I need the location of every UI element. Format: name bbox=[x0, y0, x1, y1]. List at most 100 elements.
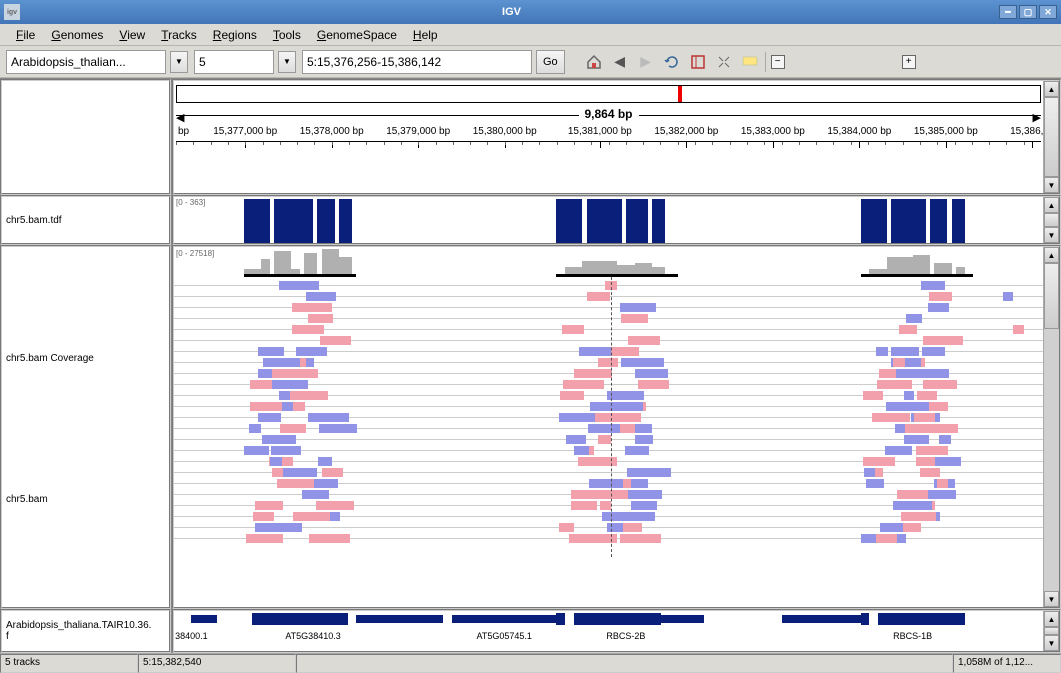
gene-feature[interactable] bbox=[782, 615, 860, 623]
alignment-read[interactable] bbox=[903, 523, 921, 532]
alignment-read[interactable] bbox=[917, 391, 937, 400]
maximize-button[interactable]: ▢ bbox=[1019, 5, 1037, 19]
alignment-read[interactable] bbox=[623, 523, 643, 532]
alignment-read[interactable] bbox=[905, 424, 935, 433]
alignment-read[interactable] bbox=[321, 413, 350, 422]
gene-feature[interactable] bbox=[191, 615, 217, 623]
alignment-read[interactable] bbox=[923, 336, 963, 345]
alignment-read[interactable] bbox=[625, 512, 648, 521]
alignment-read[interactable] bbox=[255, 501, 283, 510]
gene-feature[interactable] bbox=[574, 613, 600, 625]
alignment-read[interactable] bbox=[279, 281, 319, 290]
alignment-read[interactable] bbox=[560, 391, 584, 400]
alignment-read[interactable] bbox=[588, 424, 620, 433]
location-input[interactable] bbox=[302, 50, 532, 74]
alignment-read[interactable] bbox=[906, 314, 922, 323]
alignment-read[interactable] bbox=[589, 479, 623, 488]
gene-track-label[interactable]: Arabidopsis_thaliana.TAIR10.36. f bbox=[0, 609, 171, 653]
alignment-read[interactable] bbox=[566, 435, 586, 444]
alignment-read[interactable] bbox=[620, 303, 655, 312]
alignment-read[interactable] bbox=[271, 446, 295, 455]
alignment-read[interactable] bbox=[283, 468, 317, 477]
alignment-read[interactable] bbox=[256, 380, 272, 389]
alignment-read[interactable] bbox=[896, 369, 930, 378]
alignment-read[interactable] bbox=[277, 479, 315, 488]
scroll-up-icon[interactable]: ▲ bbox=[1044, 197, 1059, 213]
gene-feature[interactable] bbox=[652, 613, 661, 625]
alignment-read[interactable] bbox=[318, 457, 333, 466]
bam-track[interactable]: [0 - 27518] ▲ ▼ bbox=[172, 245, 1061, 609]
gene-feature[interactable] bbox=[452, 615, 556, 623]
alignment-read[interactable] bbox=[320, 336, 351, 345]
alignment-read[interactable] bbox=[904, 391, 915, 400]
alignment-read[interactable] bbox=[587, 292, 610, 301]
gene-feature[interactable] bbox=[556, 613, 565, 625]
refresh-icon[interactable] bbox=[661, 51, 683, 73]
alignment-read[interactable] bbox=[253, 512, 275, 521]
alignment-reads[interactable] bbox=[174, 277, 1043, 557]
alignment-read[interactable] bbox=[899, 325, 917, 334]
alignment-read[interactable] bbox=[282, 369, 318, 378]
alignment-read[interactable] bbox=[864, 468, 875, 477]
alignment-read[interactable] bbox=[886, 402, 912, 411]
alignment-read[interactable] bbox=[250, 402, 282, 411]
alignment-read[interactable] bbox=[574, 446, 589, 455]
alignment-read[interactable] bbox=[635, 369, 667, 378]
alignment-read[interactable] bbox=[262, 435, 279, 444]
zoom-out-icon[interactable]: − bbox=[771, 55, 785, 69]
tdf-track-label[interactable]: chr5.bam.tdf bbox=[0, 195, 171, 245]
menu-view[interactable]: View bbox=[111, 26, 153, 44]
genome-combo[interactable]: Arabidopsis_thalian... bbox=[6, 50, 166, 74]
menu-file[interactable]: File bbox=[8, 26, 43, 44]
scroll-down-icon[interactable]: ▼ bbox=[1044, 177, 1059, 193]
alignment-read[interactable] bbox=[308, 314, 332, 323]
menu-tools[interactable]: Tools bbox=[265, 26, 309, 44]
go-button[interactable]: Go bbox=[536, 50, 565, 74]
alignment-read[interactable] bbox=[292, 303, 332, 312]
alignment-read[interactable] bbox=[916, 446, 948, 455]
alignment-read[interactable] bbox=[937, 479, 949, 488]
alignment-read[interactable] bbox=[563, 380, 579, 389]
alignment-read[interactable] bbox=[574, 369, 593, 378]
alignment-read[interactable] bbox=[631, 501, 657, 510]
alignment-read[interactable] bbox=[876, 347, 888, 356]
gene-feature[interactable] bbox=[904, 613, 939, 625]
gene-feature[interactable] bbox=[252, 613, 287, 625]
gene-feature[interactable] bbox=[287, 613, 330, 625]
alignment-read[interactable] bbox=[618, 402, 644, 411]
alignment-read[interactable] bbox=[607, 523, 623, 532]
alignment-read[interactable] bbox=[929, 369, 949, 378]
alignment-read[interactable] bbox=[922, 347, 945, 356]
alignment-read[interactable] bbox=[625, 490, 661, 499]
alignment-read[interactable] bbox=[621, 358, 648, 367]
alignment-read[interactable] bbox=[905, 358, 921, 367]
alignment-read[interactable] bbox=[306, 292, 336, 301]
menu-genomespace[interactable]: GenomeSpace bbox=[309, 26, 405, 44]
alignment-read[interactable] bbox=[625, 446, 649, 455]
gene-feature[interactable] bbox=[956, 613, 965, 625]
gene-feature[interactable] bbox=[635, 613, 652, 625]
alignment-read[interactable] bbox=[928, 490, 956, 499]
alignment-read[interactable] bbox=[292, 325, 325, 334]
zoom-in-icon[interactable]: + bbox=[902, 55, 916, 69]
alignment-read[interactable] bbox=[244, 446, 269, 455]
forward-icon[interactable]: ▶ bbox=[635, 51, 657, 73]
close-button[interactable]: ✕ bbox=[1039, 5, 1057, 19]
gene-feature[interactable] bbox=[330, 613, 347, 625]
menu-help[interactable]: Help bbox=[405, 26, 446, 44]
alignment-read[interactable] bbox=[921, 281, 945, 290]
home-icon[interactable] bbox=[583, 51, 605, 73]
alignment-read[interactable] bbox=[559, 413, 595, 422]
gene-track[interactable]: 38400.1AT5G38410.3AT5G05745.1RBCS-2BRBCS… bbox=[172, 609, 1061, 653]
alignment-read[interactable] bbox=[598, 435, 611, 444]
alignment-read[interactable] bbox=[600, 501, 611, 510]
alignment-read[interactable] bbox=[891, 347, 919, 356]
scroll-up-icon[interactable]: ▲ bbox=[1044, 247, 1059, 263]
alignment-read[interactable] bbox=[602, 512, 628, 521]
alignment-read[interactable] bbox=[885, 446, 902, 455]
menu-genomes[interactable]: Genomes bbox=[43, 26, 111, 44]
alignment-read[interactable] bbox=[272, 468, 284, 477]
alignment-read[interactable] bbox=[298, 347, 327, 356]
alignment-read[interactable] bbox=[628, 336, 660, 345]
ruler-panel[interactable]: ◀ 9,864 bp ▶ bp 15,377,000 bp15,378,000 … bbox=[172, 79, 1061, 195]
